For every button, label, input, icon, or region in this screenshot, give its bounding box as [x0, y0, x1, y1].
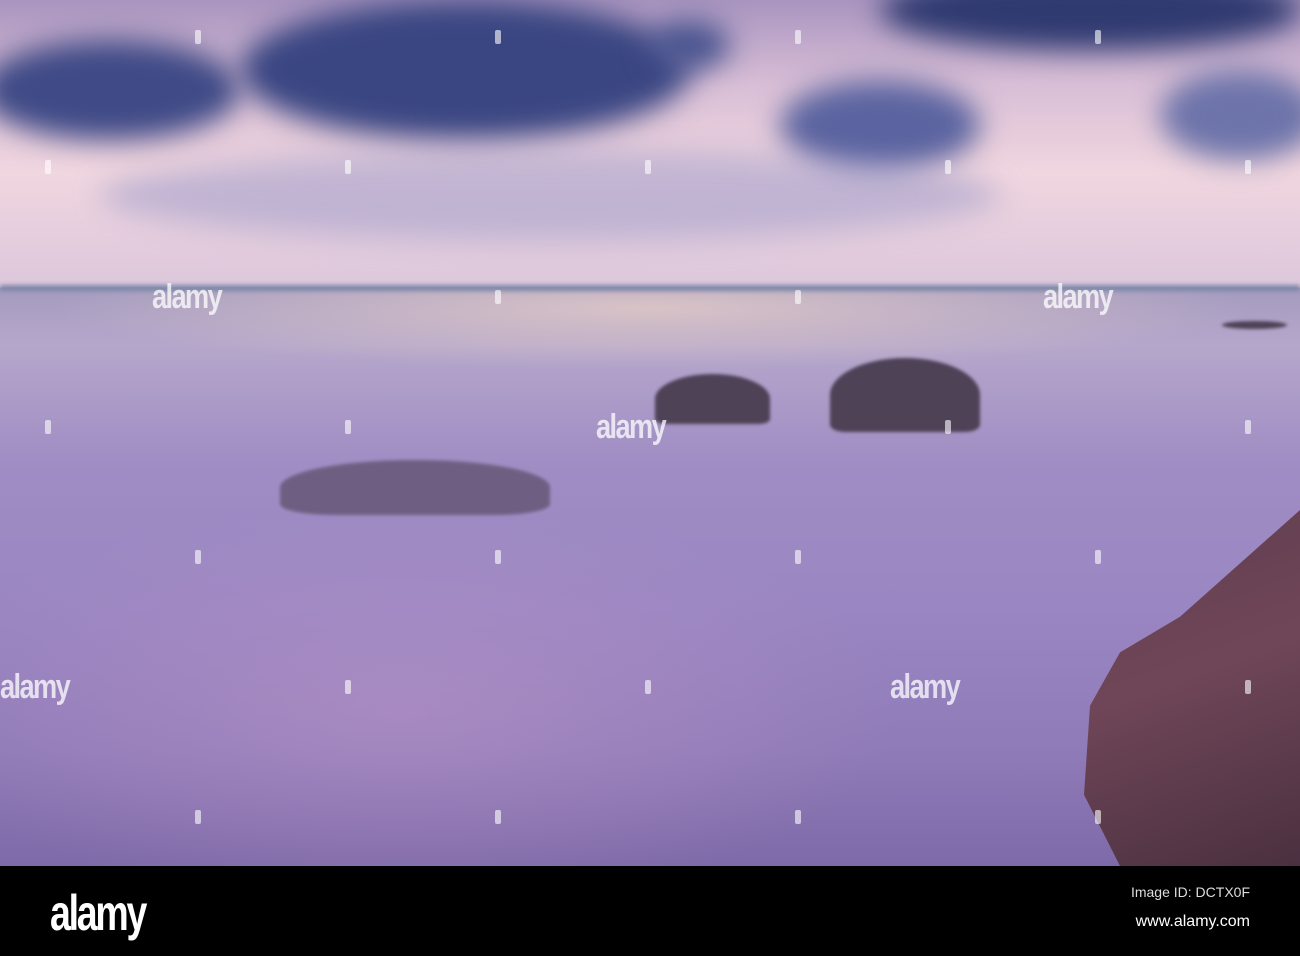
watermark-mark	[1095, 30, 1101, 44]
watermark-mark	[495, 290, 501, 304]
watermark: alamy	[0, 668, 71, 706]
watermark: alamy	[1043, 278, 1114, 316]
cloud	[100, 150, 1000, 240]
watermark-mark	[45, 420, 51, 434]
rock	[280, 460, 550, 515]
watermark-mark	[1245, 680, 1251, 694]
watermark-mark	[195, 30, 201, 44]
watermark-mark	[1245, 420, 1251, 434]
watermark-mark	[1095, 550, 1101, 564]
rock	[655, 374, 770, 424]
watermark-mark	[945, 160, 951, 174]
watermark-mark	[495, 550, 501, 564]
watermark-mark	[1095, 810, 1101, 824]
watermark-mark	[495, 30, 501, 44]
watermark: alamy	[152, 278, 223, 316]
watermark-mark	[345, 680, 351, 694]
watermark-mark	[645, 680, 651, 694]
watermark-mark	[195, 550, 201, 564]
watermark-mark	[195, 810, 201, 824]
watermark-mark	[45, 160, 51, 174]
cloud	[650, 20, 730, 70]
watermark-mark	[795, 810, 801, 824]
watermark-mark	[345, 160, 351, 174]
watermark-mark	[645, 160, 651, 174]
watermark-mark	[795, 30, 801, 44]
watermark-mark	[945, 420, 951, 434]
alamy-logo: alamy	[50, 885, 147, 941]
watermark-mark	[795, 550, 801, 564]
watermark: alamy	[890, 668, 961, 706]
watermark-mark	[495, 810, 501, 824]
rock	[830, 358, 980, 432]
cloud	[780, 80, 980, 170]
watermark-mark	[345, 420, 351, 434]
seascape-photo: alamy alamy alamy alamy alamy	[0, 0, 1300, 866]
watermark-mark	[795, 290, 801, 304]
footer-bar: alamy Image ID: DCTX0F www.alamy.com	[0, 866, 1300, 956]
site-url: www.alamy.com	[1135, 913, 1250, 930]
image-id: Image ID: DCTX0F	[1130, 884, 1250, 900]
watermark-mark	[1245, 160, 1251, 174]
cloud	[240, 0, 690, 140]
rock	[1222, 321, 1287, 329]
watermark: alamy	[596, 408, 667, 446]
